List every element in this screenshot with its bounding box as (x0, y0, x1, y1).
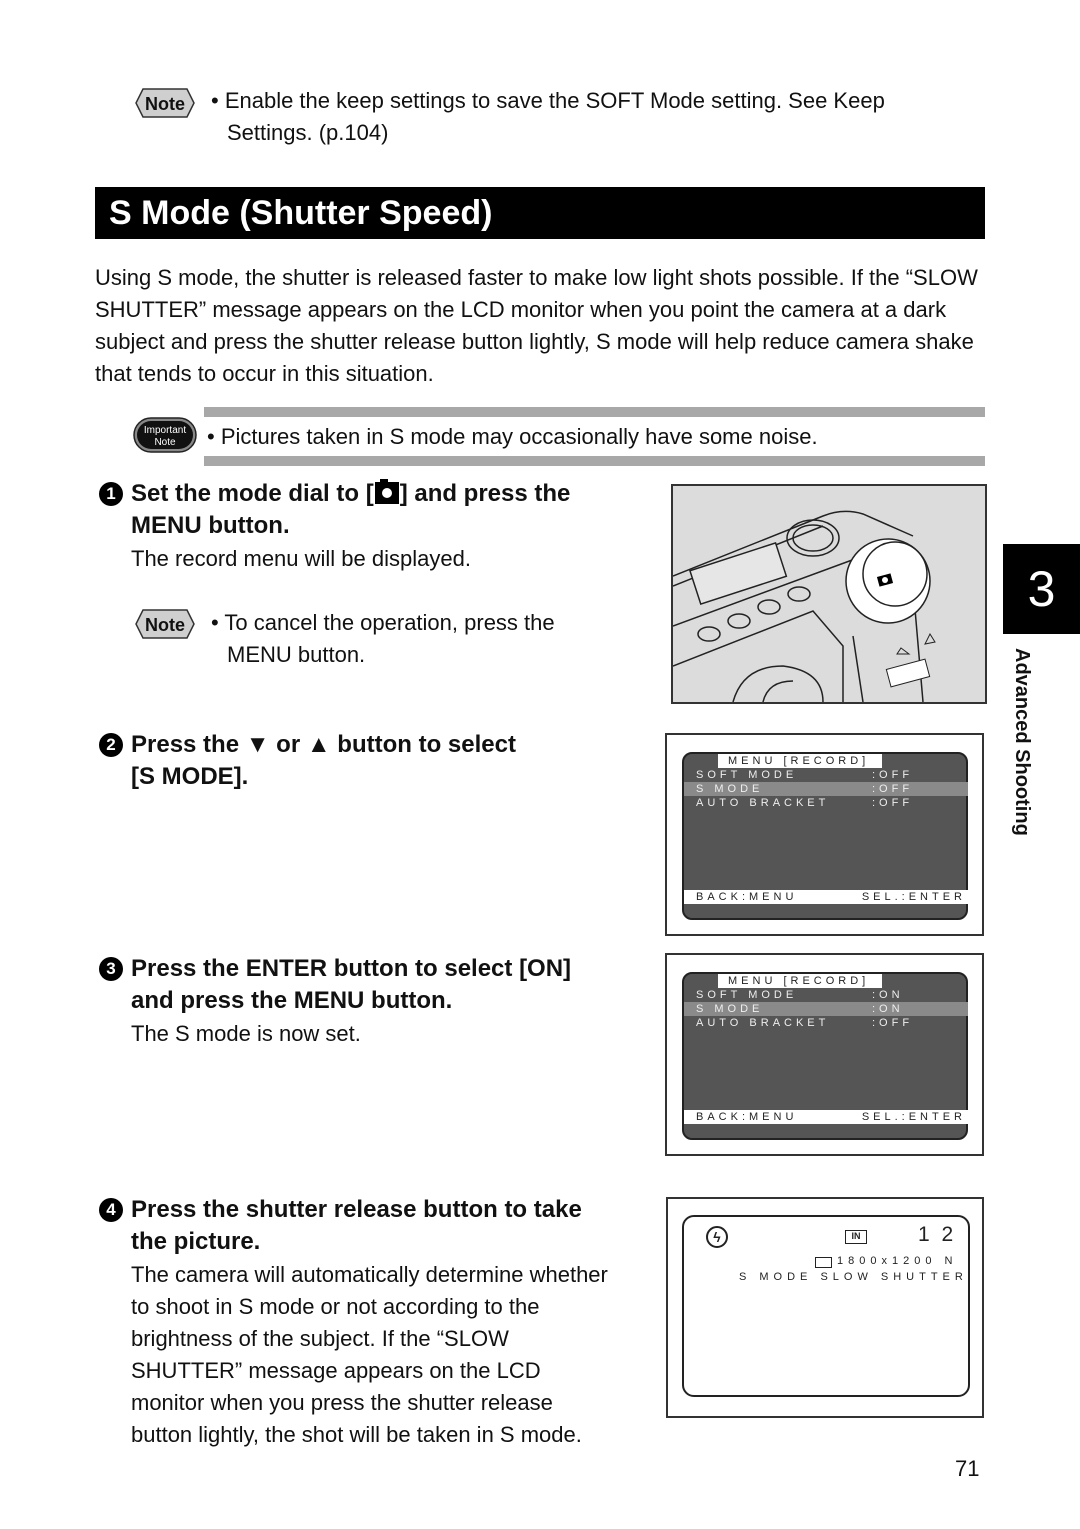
lcd-footer-select: SEL.:ENTER (861, 1111, 966, 1123)
step-3-body: The S mode is now set. (131, 1021, 361, 1046)
flash-off-icon: ϟ (706, 1226, 728, 1248)
step-2-number: 2 (99, 733, 123, 757)
note-badge-label: Note (145, 615, 185, 635)
top-note-line2: Settings. (p.104) (227, 120, 389, 145)
lcd-menu-row-selected: S MODE :ON (684, 1002, 968, 1016)
step-4-heading-line2: the picture. (131, 1228, 261, 1255)
lcd-row-label: AUTO BRACKET (696, 797, 830, 809)
note-badge-label: Note (145, 94, 185, 114)
slow-shutter-message: S MODE SLOW SHUTTER (739, 1271, 968, 1283)
lcd-footer-select: SEL.:ENTER (861, 891, 966, 903)
lcd-row-value: :OFF (872, 1017, 914, 1029)
lcd-menu-row: SOFT MODE :OFF (684, 768, 968, 782)
lcd-row-value: :OFF (872, 783, 914, 795)
lcd-menu-row: AUTO BRACKET :OFF (684, 1016, 968, 1030)
step-4-body-line: brightness of the subject. If the “SLOW (131, 1326, 509, 1351)
note-badge: Note (135, 609, 195, 639)
down-arrow-icon: ▼ (245, 731, 270, 758)
lcd-row-value: :OFF (872, 769, 914, 781)
camera-icon (374, 479, 399, 504)
camera-mode-dial-illustration (671, 484, 987, 704)
camera-illustration-drawing (672, 510, 936, 703)
shot-count: 1 2 (918, 1223, 957, 1246)
lcd-menu-screen-2: MENU [RECORD] SOFT MODE :ON S MODE :ON A… (665, 953, 984, 1156)
lcd-menu-header: MENU [RECORD] (718, 754, 882, 768)
step-2-heading-text-c: button to select (330, 731, 516, 758)
lcd-display: ϟ IN 1 2 1800x1200 N S MODE SLOW SHUTTER (682, 1215, 970, 1397)
section-title: S Mode (Shutter Speed) (109, 194, 493, 232)
lcd-row-label: S MODE (696, 783, 764, 795)
image-size-icon (815, 1257, 832, 1268)
step-1-note-line2: MENU button. (227, 642, 366, 667)
chapter-label-text: Advanced Shooting (1011, 648, 1033, 836)
lcd-menu-row: SOFT MODE :ON (684, 988, 968, 1002)
lcd-menu-footer: BACK:MENU SEL.:ENTER (684, 1110, 968, 1124)
step-1-body: The record menu will be displayed. (131, 546, 471, 571)
step-4-heading-line1: Press the shutter release button to take (131, 1196, 582, 1223)
step-4-body-line: button lightly, the shot will be taken i… (131, 1422, 582, 1447)
step-3-heading-line1: Press the ENTER button to select [ON] (131, 955, 572, 982)
lcd-row-value: :ON (872, 1003, 904, 1015)
lcd-menu-footer: BACK:MENU SEL.:ENTER (684, 890, 968, 904)
lcd-display: MENU [RECORD] SOFT MODE :OFF S MODE :OFF… (682, 752, 968, 920)
lcd-menu-screen-1: MENU [RECORD] SOFT MODE :OFF S MODE :OFF… (665, 733, 984, 936)
step-1-heading-text-b: ] and press the (399, 480, 571, 507)
step-3-number: 3 (99, 957, 123, 981)
step-3-heading-line2: and press the MENU button. (131, 987, 453, 1014)
lcd-footer-back: BACK:MENU (696, 891, 798, 903)
chapter-number-tab: 3 (1003, 544, 1080, 634)
up-arrow-icon: ▲ (306, 731, 331, 758)
section-title-bar: S Mode (Shutter Speed) (95, 187, 985, 239)
internal-memory-badge: IN (845, 1230, 867, 1244)
step-4-number: 4 (99, 1198, 123, 1222)
lcd-menu-row: AUTO BRACKET :OFF (684, 796, 968, 810)
top-note-line1: • Enable the keep settings to save the S… (211, 88, 885, 113)
important-note-bottom-rule (204, 456, 985, 466)
note-badge: Note (135, 88, 195, 118)
page-number: 71 (955, 1456, 980, 1481)
lcd-shooting-screen: ϟ IN 1 2 1800x1200 N S MODE SLOW SHUTTER (666, 1197, 984, 1418)
lcd-footer-back: BACK:MENU (696, 1111, 798, 1123)
step-4-body-line: SHUTTER” message appears on the LCD (131, 1358, 541, 1383)
important-note-badge: Important Note (133, 417, 197, 453)
lcd-display: MENU [RECORD] SOFT MODE :ON S MODE :ON A… (682, 972, 968, 1140)
important-note-text: • Pictures taken in S mode may occasiona… (207, 424, 818, 449)
lcd-row-value: :OFF (872, 797, 914, 809)
step-1-number: 1 (99, 482, 123, 506)
lcd-menu-header: MENU [RECORD] (718, 974, 882, 988)
important-badge-line2: Note (154, 437, 176, 448)
lcd-row-label: SOFT MODE (696, 769, 798, 781)
step-2-heading-line1: Press the ▼ or ▲ button to select (131, 729, 516, 761)
lcd-row-value: :ON (872, 989, 904, 1001)
lcd-row-label: S MODE (696, 1003, 764, 1015)
step-2-heading-text-a: Press the (131, 731, 246, 758)
step-2-heading-line2: [S MODE]. (131, 763, 249, 790)
step-1-heading-text-a: Set the mode dial to [ (131, 480, 374, 507)
important-badge-line1: Important (144, 425, 186, 436)
step-4-body-line: The camera will automatically determine … (131, 1262, 608, 1287)
lcd-row-label: SOFT MODE (696, 989, 798, 1001)
resolution-readout: 1800x1200 N (837, 1255, 958, 1267)
chapter-label: Advanced Shooting (1010, 648, 1050, 868)
step-4-body-line: to shoot in S mode or not according to t… (131, 1294, 540, 1319)
lcd-row-label: AUTO BRACKET (696, 1017, 830, 1029)
step-1-note-line1: • To cancel the operation, press the (211, 610, 555, 635)
intro-paragraph: Using S mode, the shutter is released fa… (95, 265, 978, 386)
lcd-menu-row-selected: S MODE :OFF (684, 782, 968, 796)
step-1-heading-line2: MENU button. (131, 512, 290, 539)
step-4-body-line: monitor when you press the shutter relea… (131, 1390, 553, 1415)
step-1-heading-line1: Set the mode dial to [ ] and press the (131, 478, 570, 510)
important-note-top-rule (204, 407, 985, 417)
step-2-heading-text-b: or (269, 731, 307, 758)
